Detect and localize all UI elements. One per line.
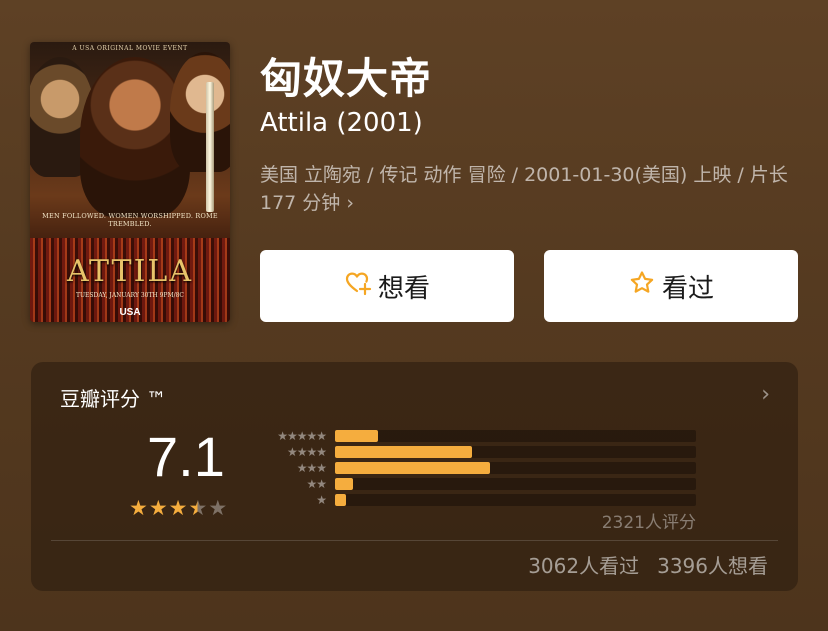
rating-bar-2 xyxy=(335,478,354,490)
rating-section-label: 豆瓣评分 ™ xyxy=(60,387,167,411)
star-half-icon: ★ xyxy=(188,496,208,520)
want-count[interactable]: 3396人想看 xyxy=(657,550,768,579)
poster-figure-right xyxy=(170,52,230,172)
four-star-label: ★★★★ xyxy=(286,445,327,459)
movie-poster[interactable]: A USA ORIGINAL MOVIE EVENT MEN FOLLOWED.… xyxy=(30,42,230,322)
poster-tagline: MEN FOLLOWED. WOMEN WORSHIPPED. ROME TRE… xyxy=(42,212,218,228)
poster-network-logo: USA xyxy=(119,307,141,318)
chevron-right-icon[interactable]: › xyxy=(761,382,770,407)
chevron-right-icon: › xyxy=(346,192,354,214)
want-to-watch-label: 想看 xyxy=(377,273,430,304)
poster-top-tagline: A USA ORIGINAL MOVIE EVENT xyxy=(72,45,188,52)
movie-title-en: Attila (2001) xyxy=(260,108,423,138)
star-empty-icon: ★ xyxy=(208,496,228,520)
rating-distribution-row: ★★★★ xyxy=(256,444,696,460)
one-star-label: ★ xyxy=(316,493,327,507)
average-stars: ★ ★ ★ ★ ★ xyxy=(129,498,227,519)
rating-distribution-row: ★ xyxy=(256,492,696,508)
movie-title-cn: 匈奴大帝 xyxy=(260,54,433,103)
rating-distribution-row: ★★★ xyxy=(256,460,696,476)
watched-label: 看过 xyxy=(661,273,714,304)
rating-bar-track xyxy=(335,446,696,458)
star-outline-icon xyxy=(628,269,656,304)
poster-airdate: TUESDAY, JANUARY 30TH 9PM/8C xyxy=(75,292,185,299)
rating-score: 7.1 xyxy=(147,425,225,488)
poster-sword xyxy=(206,82,214,212)
rating-bar-track xyxy=(335,462,696,474)
heart-plus-icon xyxy=(344,269,372,304)
movie-meta-text: 美国 立陶宛 / 传记 动作 冒险 / 2001-01-30(美国) 上映 / … xyxy=(260,164,788,214)
star-icon: ★ xyxy=(129,496,148,520)
three-star-label: ★★★ xyxy=(296,461,327,475)
rating-bar-1 xyxy=(335,494,346,506)
want-to-watch-button[interactable]: 想看 xyxy=(260,250,514,322)
rating-bar-track xyxy=(335,430,696,442)
star-icon: ★ xyxy=(168,496,188,520)
poster-title: ATTILA xyxy=(66,254,194,289)
movie-meta[interactable]: 美国 立陶宛 / 传记 动作 冒险 / 2001-01-30(美国) 上映 / … xyxy=(260,161,790,217)
rating-bar-3 xyxy=(335,462,491,474)
rating-distribution-row: ★★ xyxy=(256,476,696,492)
star-icon: ★ xyxy=(148,496,168,520)
rating-bar-track xyxy=(335,494,696,506)
watched-button[interactable]: 看过 xyxy=(544,250,798,322)
watch-counts: 3062人看过 3396人想看 xyxy=(528,550,768,579)
rating-bar-5 xyxy=(335,430,379,442)
rating-bar-track xyxy=(335,478,696,490)
douban-rating-card[interactable]: 豆瓣评分 ™ › 7.1 ★ ★ ★ ★ ★ ★★★★★ ★★★★ ★★★ ★★… xyxy=(31,362,798,591)
five-star-label: ★★★★★ xyxy=(277,429,327,443)
two-star-label: ★★ xyxy=(306,477,327,491)
divider xyxy=(51,540,778,541)
watched-count[interactable]: 3062人看过 xyxy=(528,550,639,579)
rating-bar-4 xyxy=(335,446,473,458)
rating-distribution-row: ★★★★★ xyxy=(256,428,696,444)
ratings-count: 2321人评分 xyxy=(601,513,696,533)
